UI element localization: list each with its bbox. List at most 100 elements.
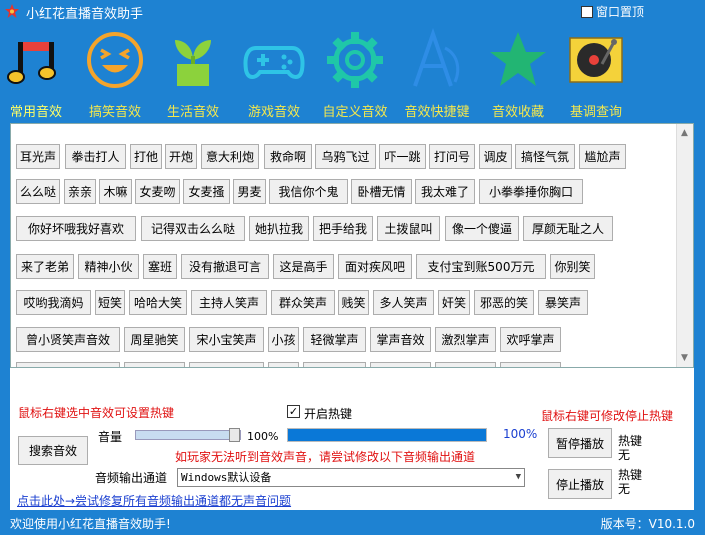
sound-button[interactable]: 支付宝到账500万元 xyxy=(416,254,546,279)
sound-button[interactable]: 拳击打人 xyxy=(65,144,126,169)
sound-button[interactable]: 轻微掌声 xyxy=(303,327,366,352)
playback-progress-bar xyxy=(287,428,487,442)
sound-button[interactable]: 来了老弟 xyxy=(16,254,74,279)
audio-output-label: 音频输出通道 xyxy=(95,471,168,485)
sound-button[interactable]: 奸笑 xyxy=(438,290,470,315)
pin-window-label: 窗口置顶 xyxy=(596,5,645,19)
sound-button[interactable]: 贱笑 xyxy=(338,290,369,315)
sound-button[interactable]: 哈哈大笑 xyxy=(129,290,187,315)
category-label: 游戏音效 xyxy=(247,105,300,120)
sound-button[interactable]: 打问号 xyxy=(429,144,475,169)
sound-button[interactable]: 我信你个鬼 xyxy=(269,179,348,204)
progress-value: 100% xyxy=(503,427,538,441)
volume-label: 音量 xyxy=(98,430,123,444)
sound-button[interactable]: 耳光声 xyxy=(16,144,60,169)
sound-button[interactable]: 么么哒 xyxy=(16,179,60,204)
sound-button[interactable]: 她扒拉我 xyxy=(249,216,309,241)
control-panel: 鼠标右键选中音效可设置热键 ✓ 开启热键 鼠标右键可修改停止热键 搜索音效 音量… xyxy=(10,368,694,510)
pin-window-checkbox[interactable]: 窗口置顶 xyxy=(581,3,644,20)
turntable-icon xyxy=(569,37,623,83)
sound-button[interactable]: 主持人笑声 xyxy=(191,290,267,315)
sound-button[interactable]: 精神小伙 xyxy=(78,254,139,279)
sound-button[interactable]: 我太难了 xyxy=(415,179,475,204)
chevron-down-icon[interactable]: ▼ xyxy=(516,469,521,486)
sound-button[interactable]: 你好坏哦我好喜欢 xyxy=(16,216,136,241)
status-bar: 欢迎使用小红花直播音效助手! 版本号：V10.1.0 xyxy=(0,510,705,535)
sound-effect-grid: 耳光声 拳击打人 打他 开炮 意大利炮 救命啊 乌鸦飞过 吓一跳 打问号 调皮 … xyxy=(10,123,694,368)
sound-button[interactable]: 把手给我 xyxy=(313,216,373,241)
sound-button[interactable]: 周星驰笑 xyxy=(124,327,185,352)
sound-button[interactable]: 厚颜无耻之人 xyxy=(523,216,613,241)
volume-slider[interactable] xyxy=(135,430,241,440)
sound-button[interactable]: 记得双击么么哒 xyxy=(141,216,245,241)
sound-button[interactable]: 救命啊 xyxy=(264,144,312,169)
sound-button[interactable]: 乌鸦飞过 xyxy=(315,144,376,169)
sound-button[interactable]: 土拨鼠叫 xyxy=(377,216,440,241)
category-label: 音效快捷键 xyxy=(404,105,470,120)
sound-button[interactable]: 像一个傻逼 xyxy=(445,216,519,241)
category-life[interactable]: 生活音效 xyxy=(153,28,233,120)
title-bar: 小红花直播音效助手 窗口置顶 xyxy=(0,0,705,22)
version-text: 版本号：V10.1.0 xyxy=(600,517,695,531)
sound-button[interactable]: 搞怪气氛 xyxy=(515,144,575,169)
sound-button[interactable]: 尴尬声 xyxy=(579,144,626,169)
sound-button[interactable]: 面对疾风吧 xyxy=(338,254,412,279)
sound-button[interactable]: 吓一跳 xyxy=(379,144,426,169)
window-title: 小红花直播音效助手 xyxy=(26,7,144,22)
sound-button[interactable]: 女麦吻 xyxy=(135,179,180,204)
sound-button[interactable]: 激烈掌声 xyxy=(435,327,496,352)
sound-button[interactable]: 打他 xyxy=(130,144,162,169)
sound-button[interactable]: 小孩 xyxy=(268,327,299,352)
enable-hotkey-checkbox[interactable]: ✓ xyxy=(287,405,300,418)
stop-hotkey-hint: 鼠标右键可修改停止热键 xyxy=(541,409,674,423)
volume-slider-thumb[interactable] xyxy=(229,428,240,442)
repair-audio-link[interactable]: 点击此处→尝试修复所有音频输出通道都无声音问题 xyxy=(17,492,291,509)
category-custom[interactable]: 自定义音效 xyxy=(315,28,395,120)
scroll-down-icon[interactable]: ▼ xyxy=(681,353,688,363)
category-label: 自定义音效 xyxy=(322,105,388,120)
sound-button[interactable]: 亲亲 xyxy=(64,179,96,204)
sound-button[interactable]: 意大利炮 xyxy=(201,144,259,169)
sound-button[interactable]: 男麦 xyxy=(233,179,266,204)
category-game[interactable]: 游戏音效 xyxy=(234,28,314,120)
category-label: 音效收藏 xyxy=(491,105,544,120)
category-common[interactable]: 常用音效 xyxy=(0,28,76,120)
pin-checkbox-box[interactable] xyxy=(581,5,593,18)
sound-button[interactable]: 没有撤退可言 xyxy=(181,254,269,279)
sound-button[interactable]: 木嘛 xyxy=(99,179,132,204)
gamepad-icon xyxy=(243,46,305,79)
sound-button[interactable]: 多人笑声 xyxy=(373,290,434,315)
audio-output-select[interactable]: Windows默认设备 ▼ xyxy=(177,468,525,487)
sound-button[interactable]: 塞班 xyxy=(143,254,177,279)
audio-output-selected: Windows默认设备 xyxy=(181,471,272,484)
stop-playback-button[interactable]: 停止播放 xyxy=(548,469,612,499)
sound-button[interactable]: 调皮 xyxy=(479,144,512,169)
volume-value: 100% xyxy=(247,430,279,443)
category-hotkeys[interactable]: 音效快捷键 xyxy=(397,28,477,120)
sound-button[interactable]: 掌声音效 xyxy=(370,327,431,352)
category-funny[interactable]: 搞笑音效 xyxy=(75,28,155,120)
sound-button[interactable]: 曾小贤笑声音效 xyxy=(16,327,120,352)
sound-button[interactable]: 暴笑声 xyxy=(538,290,588,315)
sound-button[interactable]: 女麦搔 xyxy=(183,179,230,204)
sound-button[interactable]: 卧槽无情 xyxy=(351,179,412,204)
category-tone-lookup[interactable]: 基调查询 xyxy=(556,28,636,120)
sound-button[interactable]: 邪恶的笑 xyxy=(474,290,534,315)
sound-button[interactable]: 小拳拳捶你胸口 xyxy=(479,179,583,204)
playback-progress-fill xyxy=(288,429,486,441)
sound-button[interactable]: 宋小宝笑声 xyxy=(189,327,264,352)
sound-button[interactable]: 欢呼掌声 xyxy=(500,327,561,352)
sound-button[interactable]: 哎哟我滴妈 xyxy=(16,290,91,315)
sound-button[interactable]: 这是高手 xyxy=(273,254,334,279)
vertical-scrollbar[interactable]: ▲ ▼ xyxy=(676,124,693,367)
category-favorites[interactable]: 音效收藏 xyxy=(478,28,558,120)
sound-button[interactable]: 群众笑声 xyxy=(271,290,335,315)
pause-playback-button[interactable]: 暂停播放 xyxy=(548,428,612,458)
sound-button[interactable]: 短笑 xyxy=(95,290,125,315)
welcome-text: 欢迎使用小红花直播音效助手! xyxy=(10,517,171,531)
sound-button[interactable]: 你别笑 xyxy=(550,254,595,279)
sound-button[interactable]: 开炮 xyxy=(165,144,197,169)
search-sound-button[interactable]: 搜索音效 xyxy=(18,436,88,465)
scroll-up-icon[interactable]: ▲ xyxy=(681,128,688,138)
plant-pot-icon xyxy=(175,40,211,86)
